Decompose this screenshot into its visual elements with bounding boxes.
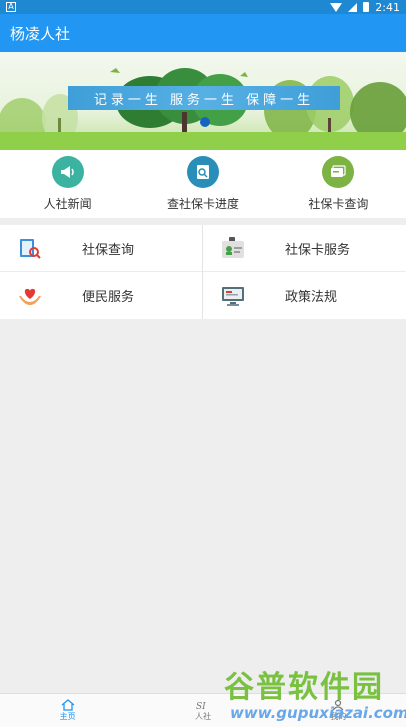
services-grid: 社保查询 社保卡服务 便民服务 政策法规 xyxy=(0,225,406,319)
quick-link-label: 查社保卡进度 xyxy=(166,197,239,211)
id-card-icon xyxy=(219,234,247,262)
banner[interactable]: 记录一生 服务一生 保障一生 xyxy=(0,52,406,150)
quick-link-label: 人社新闻 xyxy=(43,197,92,211)
megaphone-icon xyxy=(51,156,84,188)
tab-home[interactable]: 主页 xyxy=(0,694,135,727)
quick-link-card-query[interactable]: 社保卡查询 xyxy=(271,150,406,218)
svg-text:SI: SI xyxy=(196,702,206,711)
service-label: 政策法规 xyxy=(285,290,338,305)
battery-icon xyxy=(363,2,370,12)
home-icon xyxy=(61,699,75,711)
quick-link-label: 社保卡查询 xyxy=(308,197,369,211)
service-card-services[interactable]: 社保卡服务 xyxy=(203,225,406,272)
monitor-icon xyxy=(219,282,247,310)
card-progress-icon xyxy=(186,156,219,188)
service-social-security-query[interactable]: 社保查询 xyxy=(0,225,202,272)
service-label: 便民服务 xyxy=(82,290,135,305)
notification-icon: A xyxy=(6,2,16,12)
card-stack-icon xyxy=(322,156,355,188)
si-logo-icon: SI xyxy=(196,702,206,711)
service-policies[interactable]: 政策法规 xyxy=(203,272,406,319)
site-watermark: 谷普软件园 www.gupuxiazai.com xyxy=(222,662,406,727)
service-label: 社保查询 xyxy=(82,242,135,258)
quick-links: 人社新闻 查社保卡进度 社保卡查询 xyxy=(0,150,406,218)
tab-label: 主页 xyxy=(59,712,76,721)
service-convenience[interactable]: 便民服务 xyxy=(0,272,202,319)
quick-link-card-progress[interactable]: 查社保卡进度 xyxy=(135,150,270,218)
tab-label: 人社 xyxy=(194,712,211,721)
book-search-icon xyxy=(16,234,44,262)
watermark-url: www.gupuxiazai.com xyxy=(230,704,406,722)
wifi-icon xyxy=(330,2,343,12)
app-title: 杨凌人社 xyxy=(10,24,71,43)
banner-ground xyxy=(0,132,406,150)
banner-slogan: 记录一生 服务一生 保障一生 xyxy=(93,92,315,108)
status-bar: A 2:41 xyxy=(0,0,406,14)
signal-icon xyxy=(348,2,358,12)
quick-link-news[interactable]: 人社新闻 xyxy=(0,150,135,218)
heart-hands-icon xyxy=(16,282,44,310)
service-label: 社保卡服务 xyxy=(285,242,351,258)
watermark-title: 谷普软件园 xyxy=(224,670,384,705)
banner-slogan-band: 记录一生 服务一生 保障一生 xyxy=(68,86,340,110)
status-time: 2:41 xyxy=(375,0,400,14)
app-bar: 杨凌人社 xyxy=(0,14,406,52)
